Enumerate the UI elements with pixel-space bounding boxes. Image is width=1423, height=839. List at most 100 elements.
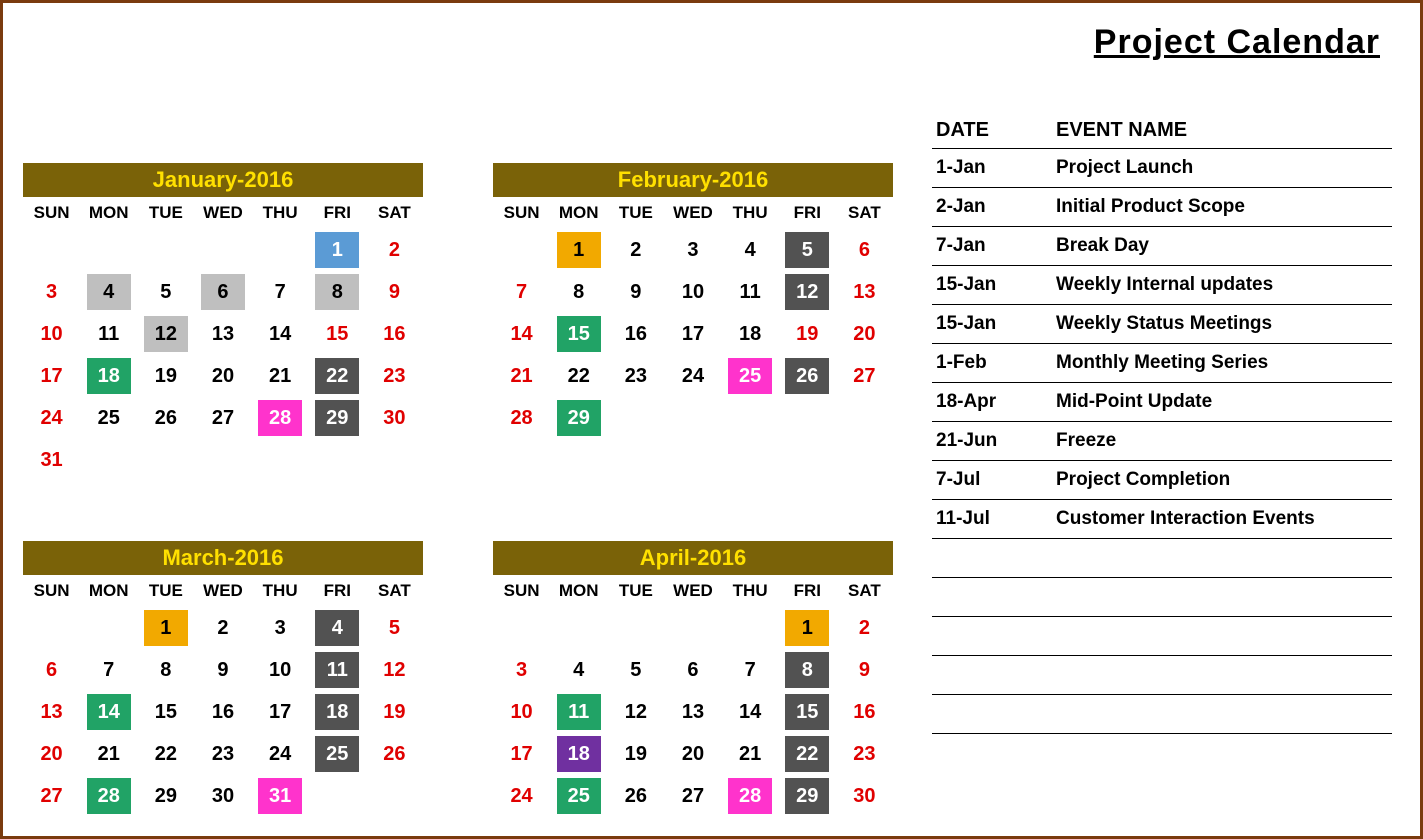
calendar-day-cell: 21 <box>80 733 137 775</box>
calendar-month: March-2016SUNMONTUEWEDTHUFRISAT123456789… <box>23 541 423 817</box>
event-row-empty <box>932 656 1392 695</box>
calendar-day-header: THU <box>252 197 309 229</box>
calendar-day-cell: 19 <box>137 355 194 397</box>
calendar-day-cell: 25 <box>80 397 137 439</box>
calendar-day-cell: 6 <box>664 649 721 691</box>
calendar-day-cell <box>366 775 423 817</box>
calendar-day-cell <box>309 439 366 481</box>
calendar-day-cell <box>493 229 550 271</box>
calendar-day-cell: 12 <box>607 691 664 733</box>
calendar-day-cell: 24 <box>493 775 550 817</box>
page-title: Project Calendar <box>1094 23 1380 62</box>
calendar-day-header: WED <box>194 197 251 229</box>
calendar-day-cell <box>664 397 721 439</box>
event-row-empty <box>932 617 1392 656</box>
calendar-day-cell: 10 <box>664 271 721 313</box>
event-row: 7-JulProject Completion <box>932 461 1392 500</box>
calendar-day-cell: 12 <box>137 313 194 355</box>
calendar-month-title: January-2016 <box>23 163 423 197</box>
calendar-grid: January-2016SUNMONTUEWEDTHUFRISAT1234567… <box>23 163 903 817</box>
event-name: Project Completion <box>1052 461 1392 500</box>
calendar-day-header: SAT <box>366 197 423 229</box>
calendar-day-cell: 21 <box>252 355 309 397</box>
calendar-day-cell: 2 <box>607 229 664 271</box>
calendar-day-cell: 15 <box>309 313 366 355</box>
calendar-day-cell: 24 <box>664 355 721 397</box>
calendar-day-cell <box>722 607 779 649</box>
calendar-day-cell: 8 <box>550 271 607 313</box>
calendar-day-header: FRI <box>779 197 836 229</box>
calendar-day-cell: 24 <box>252 733 309 775</box>
calendar-day-cell: 26 <box>607 775 664 817</box>
calendar-day-header: SAT <box>836 197 893 229</box>
calendar-day-cell: 27 <box>23 775 80 817</box>
calendar-day-cell: 13 <box>664 691 721 733</box>
calendar-month: January-2016SUNMONTUEWEDTHUFRISAT1234567… <box>23 163 423 481</box>
calendar-day-cell: 16 <box>836 691 893 733</box>
calendar-day-cell: 26 <box>779 355 836 397</box>
calendar-day-cell: 28 <box>252 397 309 439</box>
calendar-day-cell: 9 <box>836 649 893 691</box>
calendar-day-cell <box>493 607 550 649</box>
calendar-day-cell: 28 <box>80 775 137 817</box>
calendar-day-cell: 18 <box>80 355 137 397</box>
event-date: 1-Jan <box>932 149 1052 188</box>
calendar-day-header: WED <box>194 575 251 607</box>
event-row: 1-JanProject Launch <box>932 149 1392 188</box>
calendar-day-cell: 10 <box>493 691 550 733</box>
calendar-table: SUNMONTUEWEDTHUFRISAT1234567891011121314… <box>23 197 423 481</box>
calendar-day-cell: 20 <box>23 733 80 775</box>
event-row: 7-JanBreak Day <box>932 227 1392 266</box>
events-date-header: DATE <box>932 113 1052 149</box>
calendar-day-cell <box>779 397 836 439</box>
calendar-day-cell: 20 <box>836 313 893 355</box>
calendar-day-cell: 21 <box>722 733 779 775</box>
calendar-month-title: April-2016 <box>493 541 893 575</box>
calendar-day-cell <box>194 229 251 271</box>
calendar-day-cell: 2 <box>194 607 251 649</box>
calendar-day-cell: 16 <box>607 313 664 355</box>
calendar-day-cell: 11 <box>722 271 779 313</box>
event-name: Monthly Meeting Series <box>1052 344 1392 383</box>
calendar-day-cell: 30 <box>366 397 423 439</box>
calendar-day-cell: 26 <box>366 733 423 775</box>
calendar-day-cell: 31 <box>252 775 309 817</box>
calendar-day-cell: 11 <box>550 691 607 733</box>
calendar-day-cell <box>137 439 194 481</box>
calendar-day-cell: 29 <box>779 775 836 817</box>
calendar-day-cell: 6 <box>836 229 893 271</box>
event-row-empty <box>932 578 1392 617</box>
calendar-day-cell: 5 <box>137 271 194 313</box>
calendar-day-cell: 15 <box>779 691 836 733</box>
calendar-month-title: February-2016 <box>493 163 893 197</box>
calendar-day-cell: 31 <box>23 439 80 481</box>
calendar-day-cell: 10 <box>252 649 309 691</box>
calendar-day-cell: 6 <box>194 271 251 313</box>
calendar-day-cell: 17 <box>493 733 550 775</box>
calendar-day-header: SUN <box>493 197 550 229</box>
calendar-day-cell <box>23 229 80 271</box>
calendar-day-header: WED <box>664 575 721 607</box>
calendar-day-cell: 22 <box>137 733 194 775</box>
calendar-day-cell: 14 <box>493 313 550 355</box>
event-date: 7-Jul <box>932 461 1052 500</box>
calendar-day-cell: 3 <box>252 607 309 649</box>
calendar-month: April-2016SUNMONTUEWEDTHUFRISAT123456789… <box>493 541 893 817</box>
calendar-day-cell: 7 <box>722 649 779 691</box>
calendar-day-cell: 19 <box>366 691 423 733</box>
event-date: 2-Jan <box>932 188 1052 227</box>
calendar-day-cell: 8 <box>137 649 194 691</box>
calendar-day-cell: 28 <box>722 775 779 817</box>
event-name: Break Day <box>1052 227 1392 266</box>
calendar-day-cell: 22 <box>550 355 607 397</box>
calendar-day-cell: 19 <box>607 733 664 775</box>
calendar-day-cell: 7 <box>80 649 137 691</box>
calendar-day-cell <box>252 439 309 481</box>
calendar-day-header: THU <box>252 575 309 607</box>
event-date: 7-Jan <box>932 227 1052 266</box>
calendar-day-cell <box>607 607 664 649</box>
calendar-day-cell: 8 <box>309 271 366 313</box>
calendar-table: SUNMONTUEWEDTHUFRISAT1234567891011121314… <box>23 575 423 817</box>
calendar-day-cell: 17 <box>252 691 309 733</box>
event-date: 11-Jul <box>932 500 1052 539</box>
